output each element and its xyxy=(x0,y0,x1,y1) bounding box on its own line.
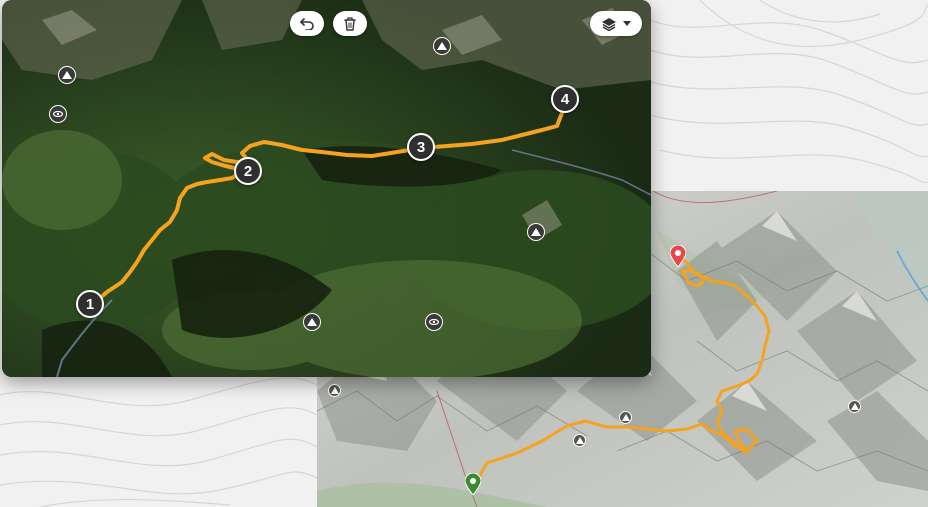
peak-icon[interactable] xyxy=(303,313,321,331)
satellite-map[interactable]: 1 2 3 4 xyxy=(2,0,651,377)
peak-icon[interactable] xyxy=(58,66,76,84)
viewpoint-icon[interactable] xyxy=(425,313,443,331)
waypoint-3[interactable]: 3 xyxy=(407,133,435,161)
undo-button[interactable] xyxy=(290,11,324,36)
trash-icon xyxy=(344,16,356,31)
waypoint-2[interactable]: 2 xyxy=(234,157,262,185)
relief-peak-icon-3[interactable] xyxy=(619,411,632,424)
relief-peak-icon-4[interactable] xyxy=(848,400,861,413)
relief-peak-icon-2[interactable] xyxy=(573,434,586,447)
viewpoint-icon[interactable] xyxy=(49,105,67,123)
relief-peak-icon-1[interactable] xyxy=(328,384,341,397)
layers-icon xyxy=(602,17,616,31)
chevron-down-icon xyxy=(623,20,631,26)
waypoint-label: 1 xyxy=(85,295,95,313)
waypoint-label: 4 xyxy=(560,90,570,108)
waypoint-1[interactable]: 1 xyxy=(76,290,104,318)
undo-icon xyxy=(300,17,314,30)
peak-icon[interactable] xyxy=(527,223,545,241)
route-end-marker[interactable] xyxy=(670,245,686,267)
waypoint-4[interactable]: 4 xyxy=(551,85,579,113)
peak-icon[interactable] xyxy=(433,37,451,55)
waypoint-label: 2 xyxy=(243,162,253,180)
map-layers-button[interactable] xyxy=(590,11,642,36)
delete-button[interactable] xyxy=(333,11,367,36)
waypoint-label: 3 xyxy=(416,138,426,156)
route-start-marker[interactable] xyxy=(465,473,481,495)
